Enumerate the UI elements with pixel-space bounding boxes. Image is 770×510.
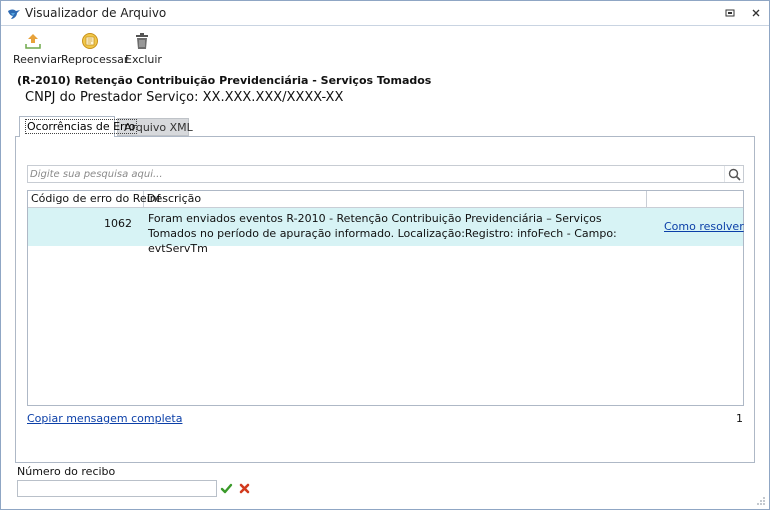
column-header-code[interactable]: Código de erro do Reinf <box>28 191 161 207</box>
resend-label: Reenviar <box>13 53 62 66</box>
bird-logo-icon <box>7 6 21 20</box>
how-to-fix-link[interactable]: Como resolver <box>664 220 744 233</box>
record-count: 1 <box>736 412 743 425</box>
cross-icon <box>239 483 250 494</box>
reprocess-button[interactable]: Reprocessar <box>61 31 129 66</box>
tab-ocorrencias-de-erro[interactable]: Ocorrências de Erro <box>19 116 138 137</box>
restore-icon <box>725 9 735 17</box>
resend-button[interactable]: Reenviar <box>13 31 62 66</box>
upload-icon <box>25 34 41 49</box>
grid-header: Código de erro do Reinf Descrição <box>28 191 743 208</box>
cnpj-label: CNPJ do Prestador Serviço: XX.XXX.XXX/XX… <box>25 90 344 105</box>
search-icon <box>728 168 741 181</box>
tab-label: Ocorrências de Erro <box>24 119 138 134</box>
search-input[interactable] <box>28 166 726 182</box>
search-button[interactable] <box>724 166 743 182</box>
delete-label: Excluir <box>125 53 162 66</box>
reprocess-label: Reprocessar <box>61 53 129 66</box>
column-header-action <box>647 191 743 207</box>
reprocess-icon <box>82 33 98 49</box>
close-button[interactable] <box>749 6 763 20</box>
search-box <box>27 165 744 183</box>
resize-grip-icon[interactable] <box>756 496 766 506</box>
viewer-window: Visualizador de Arquivo Reenviar Reproce… <box>0 0 770 510</box>
checkmark-icon <box>220 483 233 494</box>
delete-button[interactable]: Excluir <box>125 31 162 66</box>
title-bar: Visualizador de Arquivo <box>1 1 769 25</box>
confirm-button[interactable] <box>218 480 235 497</box>
close-icon <box>752 9 760 17</box>
restore-button[interactable] <box>723 6 737 20</box>
title-separator <box>1 25 769 26</box>
error-description: Foram enviados eventos R-2010 - Retenção… <box>148 212 617 255</box>
error-code: 1062 <box>104 217 132 230</box>
file-title: (R-2010) Retenção Contribuição Previdenc… <box>17 74 432 87</box>
copy-message-link[interactable]: Copiar mensagem completa <box>27 412 182 425</box>
window-title: Visualizador de Arquivo <box>25 6 167 20</box>
receipt-label: Número do recibo <box>17 465 116 478</box>
cancel-button[interactable] <box>236 480 253 497</box>
table-row[interactable]: 1062 Foram enviados eventos R-2010 - Ret… <box>28 208 744 255</box>
trash-icon <box>136 33 148 49</box>
column-header-description[interactable]: Descrição <box>144 191 647 207</box>
receipt-input[interactable] <box>17 480 217 497</box>
errors-grid: Código de erro do Reinf Descrição 1062 F… <box>27 190 744 406</box>
